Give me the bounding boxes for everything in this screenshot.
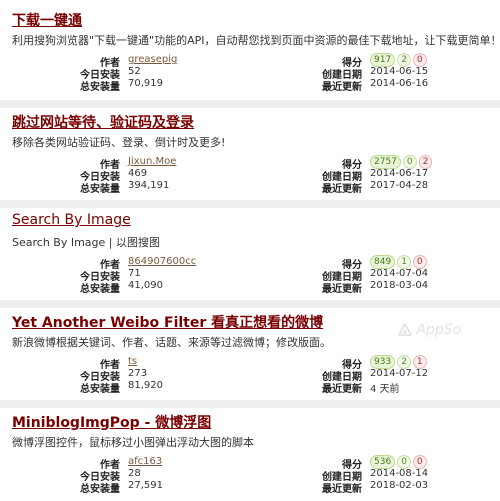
score-good-badge: 1	[397, 255, 411, 269]
script-meta: 作者 afc163 今日安装 28 总安装量 27,591 得分 536 0 0 创…	[0, 455, 500, 496]
script-card: MiniblogImgPop - 微博浮图 微博浮图控件，鼠标移过小图弹出浮动大…	[0, 412, 500, 501]
script-description: 新浪微博根据关键词、作者、话题、来源等过滤微博；修改版面。	[12, 336, 331, 349]
script-description: 利用搜狗浏览器"下载一键通"功能的API，自动帮您找到页面中资源的最佳下载地址，…	[12, 34, 500, 47]
score-badges: 2757 0 2	[370, 155, 434, 169]
daily-installs-value: 28	[128, 468, 141, 479]
author-link[interactable]: ts	[128, 356, 137, 367]
script-meta: 作者 Jixun.Moe 今日安装 469 总安装量 394,191 得分 27…	[0, 155, 500, 196]
created-date: 2014-06-15	[370, 66, 429, 77]
appso-logo-icon	[398, 323, 412, 336]
total-installs-value: 70,919	[128, 78, 163, 89]
daily-installs-value: 71	[128, 268, 141, 279]
daily-installs-value: 273	[128, 368, 148, 379]
score-good-badge: 2	[397, 53, 411, 67]
total-installs-value: 81,920	[128, 380, 163, 391]
updated-label: 最近更新	[322, 184, 362, 195]
script-description: 微博浮图控件，鼠标移过小图弹出浮动大图的脚本	[12, 436, 254, 449]
script-title-link[interactable]: MiniblogImgPop - 微博浮图	[12, 412, 211, 432]
updated-label: 最近更新	[322, 82, 362, 93]
created-date: 2014-07-12	[370, 368, 429, 379]
script-meta: 作者 greasepig 今日安装 52 总安装量 70,919 得分 917 2…	[0, 53, 500, 94]
total-installs-label: 总安装量	[80, 484, 120, 495]
script-title-link[interactable]: 跳过网站等待、验证码及登录	[12, 112, 194, 132]
updated-date: 4 天前	[370, 384, 400, 395]
score-good-badge: 2	[397, 355, 411, 369]
score-badges: 933 2 1	[370, 355, 429, 369]
score-badges: 849 1 0	[370, 255, 429, 269]
updated-label: 最近更新	[322, 384, 362, 395]
author-link[interactable]: afc163	[128, 456, 162, 467]
daily-installs-value: 469	[128, 168, 148, 179]
total-installs-value: 394,191	[128, 180, 170, 191]
total-installs-label: 总安装量	[80, 384, 120, 395]
card-separator	[0, 300, 500, 308]
script-meta: 作者 ts 今日安装 273 总安装量 81,920 得分 933 2 1 创建日期…	[0, 355, 500, 396]
score-bad-badge: 0	[412, 455, 427, 469]
score-bad-badge: 1	[412, 355, 427, 369]
daily-installs-value: 52	[128, 66, 141, 77]
updated-date: 2018-02-03	[370, 480, 429, 491]
updated-date: 2018-03-04	[370, 280, 429, 291]
script-description: 移除各类网站验证码、登录、倒计时及更多!	[12, 136, 226, 149]
created-date: 2014-06-17	[370, 168, 429, 179]
card-separator	[0, 400, 500, 408]
score-good-badge: 0	[397, 455, 411, 469]
created-date: 2014-08-14	[370, 468, 429, 479]
total-installs-label: 总安装量	[80, 82, 120, 93]
watermark-text: AppSo	[416, 322, 462, 338]
script-title-link[interactable]: 下载一键通	[12, 10, 82, 30]
updated-label: 最近更新	[322, 284, 362, 295]
script-card: 下载一键通 利用搜狗浏览器"下载一键通"功能的API，自动帮您找到页面中资源的最…	[0, 10, 500, 96]
updated-date: 2017-04-28	[370, 180, 429, 191]
total-installs-label: 总安装量	[80, 284, 120, 295]
score-bad-badge: 0	[412, 53, 427, 67]
script-title-link[interactable]: Search By Image	[12, 212, 131, 228]
script-description: Search By Image | 以图搜图	[12, 236, 160, 249]
total-installs-value: 27,591	[128, 480, 163, 491]
score-bad-badge: 0	[412, 255, 427, 269]
score-total-badge: 849	[370, 255, 396, 269]
updated-label: 最近更新	[322, 484, 362, 495]
script-title-link[interactable]: Yet Another Weibo Filter 看真正想看的微博	[12, 312, 323, 332]
total-installs-label: 总安装量	[80, 184, 120, 195]
script-list: 下载一键通 利用搜狗浏览器"下载一键通"功能的API，自动帮您找到页面中资源的最…	[0, 0, 500, 501]
appso-watermark: AppSo	[398, 322, 461, 338]
script-meta: 作者 864907600cc 今日安装 71 总安装量 41,090 得分 84…	[0, 255, 500, 296]
score-badges: 536 0 0	[370, 455, 429, 469]
score-total-badge: 536	[370, 455, 396, 469]
score-total-badge: 2757	[370, 155, 401, 169]
author-link[interactable]: greasepig	[128, 54, 177, 65]
author-link[interactable]: 864907600cc	[128, 256, 196, 267]
card-separator	[0, 200, 500, 208]
score-bad-badge: 2	[418, 155, 433, 169]
score-total-badge: 917	[370, 53, 396, 67]
score-good-badge: 0	[402, 155, 417, 169]
total-installs-value: 41,090	[128, 280, 163, 291]
card-separator	[0, 100, 500, 108]
updated-date: 2014-06-16	[370, 78, 429, 89]
created-date: 2014-07-04	[370, 268, 429, 279]
script-card: 跳过网站等待、验证码及登录 移除各类网站验证码、登录、倒计时及更多! 作者 Ji…	[0, 112, 500, 198]
author-link[interactable]: Jixun.Moe	[128, 156, 176, 167]
script-card: Search By Image Search By Image | 以图搜图 作…	[0, 212, 500, 298]
score-badges: 917 2 0	[370, 53, 429, 67]
score-total-badge: 933	[370, 355, 396, 369]
